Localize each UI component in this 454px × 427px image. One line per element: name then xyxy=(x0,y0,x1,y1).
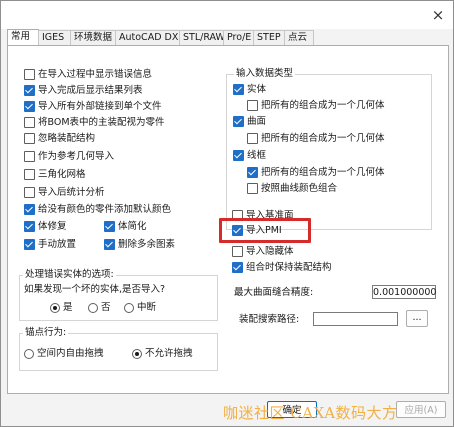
checkbox[interactable] xyxy=(24,221,35,232)
tab-pro-e[interactable]: Pro/E xyxy=(223,30,257,45)
error-handling-group: 处理错误实体的选项: 如果发现一个坏的实体,是否导入? 是 否 中断 xyxy=(19,269,218,321)
checkbox[interactable] xyxy=(232,262,243,273)
radio[interactable] xyxy=(50,303,60,313)
error-question: 如果发现一个坏的实体,是否导入? xyxy=(24,284,166,295)
checkbox[interactable] xyxy=(232,246,243,257)
title-bar: × xyxy=(1,1,453,29)
checkbox[interactable] xyxy=(24,101,35,112)
checkbox[interactable] xyxy=(247,167,258,178)
checkbox[interactable] xyxy=(247,100,258,111)
tab-environment[interactable]: 环境数据 xyxy=(70,30,118,45)
anchor-behavior-group: 锚点行为: 空间内自由拖拽 不允许拖拽 xyxy=(19,327,218,371)
checkbox[interactable] xyxy=(24,85,35,96)
radio[interactable] xyxy=(24,349,34,359)
checkbox[interactable] xyxy=(24,187,35,198)
apply-button[interactable]: 应用(A) xyxy=(396,401,446,418)
pmi-highlight-box xyxy=(219,218,311,243)
tab-autocad-dxf[interactable]: AutoCAD DXF xyxy=(115,30,184,45)
checkbox[interactable] xyxy=(24,117,35,128)
checkbox[interactable] xyxy=(24,239,35,250)
checkbox[interactable] xyxy=(24,69,35,80)
tab-common[interactable]: 常用 xyxy=(7,29,39,46)
search-path-label: 装配搜索路径: xyxy=(239,314,300,325)
tab-stl-raw[interactable]: STL/RAW xyxy=(179,30,227,45)
radio[interactable] xyxy=(124,303,134,313)
tab-step[interactable]: STEP xyxy=(253,30,288,45)
watermark-text: 咖迷社区 CAXA数码大方 xyxy=(223,404,398,422)
checkbox[interactable] xyxy=(104,221,115,232)
checkbox[interactable] xyxy=(247,133,258,144)
common-tab-panel: 在导入过程中显示错误信息 导入完成后显示结果列表 导入所有外部链接到单个文件 将… xyxy=(7,45,449,394)
checkbox[interactable] xyxy=(233,116,244,127)
import-options-dialog: × 常用 IGES 环境数据 AutoCAD DXF STL/RAW Pro/E… xyxy=(0,0,454,427)
checkbox[interactable] xyxy=(247,183,258,194)
search-path-input[interactable] xyxy=(313,312,398,326)
checkbox[interactable] xyxy=(233,84,244,95)
import-data-types-group: 输入数据类型 实体 把所有的组合成为一个几何体 曲面 把所有的组合成为一个几何体… xyxy=(226,68,432,230)
checkbox[interactable] xyxy=(24,151,35,162)
browse-button[interactable]: ... xyxy=(406,310,428,327)
tab-point-cloud[interactable]: 点云 xyxy=(284,30,314,45)
checkbox[interactable] xyxy=(104,239,115,250)
max-gap-input[interactable]: 0.001000000 xyxy=(372,285,436,299)
radio[interactable] xyxy=(88,303,98,313)
radio[interactable] xyxy=(132,349,142,359)
checkbox[interactable] xyxy=(24,133,35,144)
checkbox[interactable] xyxy=(24,204,35,215)
anchor-group-title: 锚点行为: xyxy=(23,327,69,339)
checkbox[interactable] xyxy=(233,150,244,161)
error-group-title: 处理错误实体的选项: xyxy=(23,269,116,281)
close-icon[interactable]: × xyxy=(429,6,447,24)
max-gap-label: 最大曲面缝合精度: xyxy=(234,287,314,298)
checkbox[interactable] xyxy=(24,169,35,180)
tab-iges[interactable]: IGES xyxy=(38,30,72,45)
import-types-title: 输入数据类型 xyxy=(234,68,296,80)
